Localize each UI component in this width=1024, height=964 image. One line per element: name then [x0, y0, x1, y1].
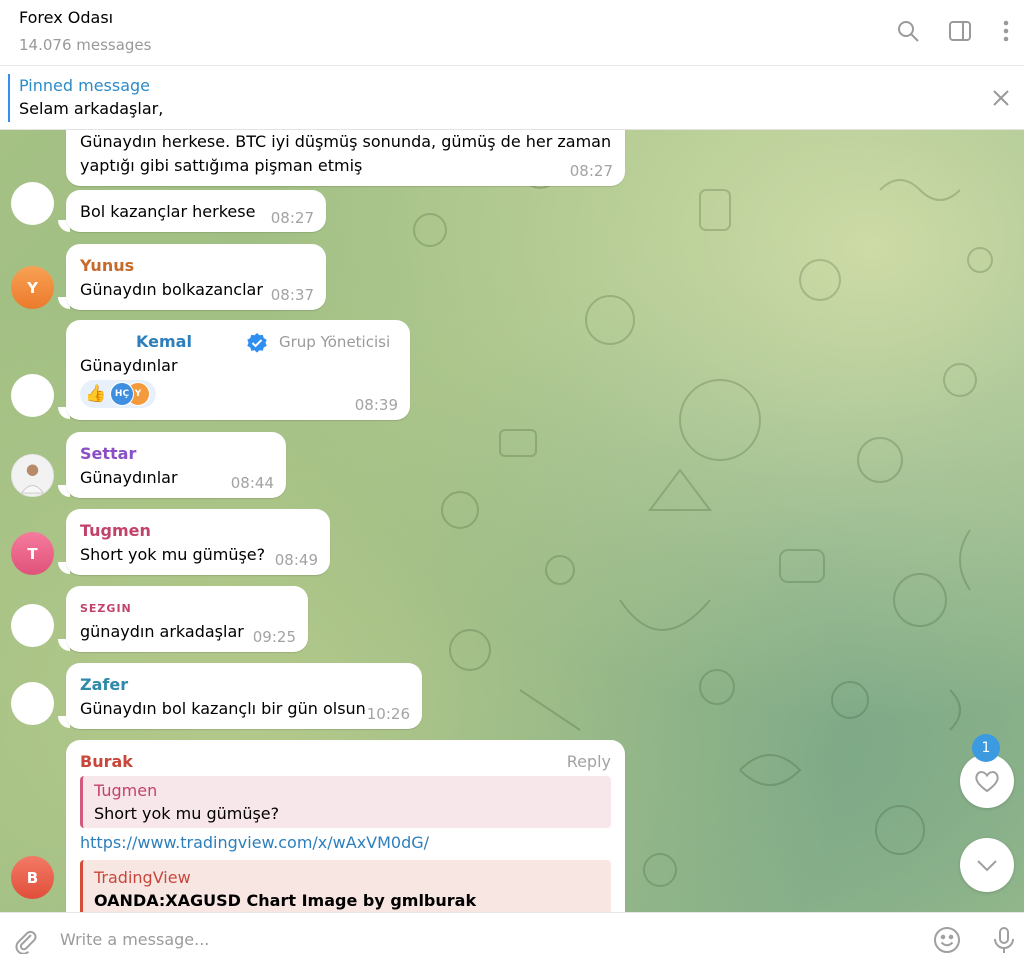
- reply-text: Short yok mu gümüşe?: [94, 804, 280, 823]
- message-bubble[interactable]: Tugmen Short yok mu gümüşe? 08:49: [66, 509, 330, 575]
- message-count: 14.076 messages: [19, 36, 152, 54]
- reaction-avatar: HÇ: [110, 382, 134, 406]
- sidebar-toggle-icon[interactable]: [947, 18, 973, 44]
- message-time: 08:27: [270, 209, 314, 227]
- message-text: Günaydın bolkazanclar: [80, 280, 263, 299]
- message-bubble[interactable]: Yunus Günaydın bolkazanclar 08:37: [66, 244, 326, 310]
- avatar[interactable]: [11, 682, 54, 725]
- message-time: 10:26: [366, 705, 410, 723]
- message-text: Günaydınlar: [80, 468, 178, 487]
- message-time: 08:49: [274, 551, 318, 569]
- emoji-icon[interactable]: [933, 926, 961, 954]
- verified-badge-icon: [246, 332, 268, 354]
- message-bubble[interactable]: Kemal Grup Yöneticisi Günaydınlar 👍 Y HÇ…: [66, 320, 410, 420]
- avatar-initial: B: [26, 868, 39, 887]
- more-vertical-icon[interactable]: [993, 18, 1019, 44]
- sender-name[interactable]: Settar: [80, 444, 136, 463]
- message-text: Günaydınlar: [80, 356, 178, 375]
- chat-title[interactable]: Forex Odası: [19, 8, 113, 27]
- reply-sender: Tugmen: [94, 781, 158, 800]
- message-time: 08:39: [354, 396, 398, 414]
- message-text: günaydın arkadaşlar: [80, 622, 244, 641]
- message-bubble[interactable]: Günaydın herkese. BTC iyi düşmüş sonunda…: [66, 130, 625, 186]
- chat-history[interactable]: Günaydın herkese. BTC iyi düşmüş sonunda…: [0, 130, 1024, 912]
- reply-quote[interactable]: Tugmen Short yok mu gümüşe?: [80, 776, 611, 828]
- message-text: Bol kazançlar herkese: [80, 202, 256, 221]
- pinned-title: Pinned message: [19, 76, 151, 95]
- reply-button[interactable]: Reply: [567, 752, 611, 771]
- avatar[interactable]: B: [11, 856, 54, 899]
- search-icon[interactable]: [895, 18, 921, 44]
- pinned-accent-bar: [8, 74, 10, 122]
- avatar[interactable]: T: [11, 532, 54, 575]
- message-text: Günaydın bol kazançlı bir gün olsun: [80, 699, 366, 718]
- chevron-down-icon: [977, 860, 997, 872]
- message-text: Short yok mu gümüşe?: [80, 545, 266, 564]
- admin-role-label: Grup Yöneticisi: [279, 333, 391, 351]
- reactions-button[interactable]: [960, 754, 1014, 808]
- message-time: 08:44: [230, 474, 274, 492]
- sender-name[interactable]: Burak: [80, 752, 133, 771]
- avatar[interactable]: [11, 374, 54, 417]
- heart-icon: [975, 771, 999, 793]
- pinned-text: Selam arkadaşlar,: [19, 99, 164, 118]
- avatar-initial: T: [27, 544, 38, 563]
- message-text: Günaydın herkese. BTC iyi düşmüş sonunda…: [80, 132, 612, 151]
- avatar[interactable]: Y: [11, 266, 54, 309]
- message-bubble[interactable]: Zafer Günaydın bol kazançlı bir gün olsu…: [66, 663, 422, 729]
- attach-icon[interactable]: [11, 926, 39, 955]
- microphone-icon[interactable]: [990, 926, 1018, 954]
- message-bubble[interactable]: SEZGIN günaydın arkadaşlar 09:25: [66, 586, 308, 652]
- sender-name[interactable]: SEZGIN: [80, 602, 132, 615]
- thumbs-up-icon: 👍: [85, 384, 107, 404]
- close-icon[interactable]: [988, 85, 1014, 111]
- pinned-message-bar[interactable]: Pinned message Selam arkadaşlar,: [0, 66, 1024, 130]
- avatar[interactable]: [11, 182, 54, 225]
- sender-name[interactable]: Zafer: [80, 675, 128, 694]
- message-link[interactable]: https://www.tradingview.com/x/wAxVM0dG/: [80, 833, 429, 852]
- scroll-down-button[interactable]: [960, 838, 1014, 892]
- preview-title: OANDA:XAGUSD Chart Image by gmlburak: [94, 891, 477, 910]
- message-bubble[interactable]: Settar Günaydınlar 08:44: [66, 432, 286, 498]
- avatar-initial: Y: [27, 278, 38, 297]
- message-time: 09:25: [252, 628, 296, 646]
- person-photo-icon: [20, 464, 45, 494]
- message-input[interactable]: [60, 927, 910, 951]
- sender-name[interactable]: Kemal: [136, 332, 192, 351]
- message-text: yaptığı gibi sattığıma pişman etmiş: [80, 156, 363, 175]
- chat-header: Forex Odası 14.076 messages: [0, 0, 1024, 66]
- message-time: 08:27: [569, 162, 613, 180]
- link-preview[interactable]: TradingView OANDA:XAGUSD Chart Image by …: [80, 860, 611, 912]
- sender-name[interactable]: Yunus: [80, 256, 134, 275]
- message-time: 08:37: [270, 286, 314, 304]
- sender-name[interactable]: Tugmen: [80, 521, 151, 540]
- avatar[interactable]: [11, 604, 54, 647]
- preview-site-name: TradingView: [94, 868, 191, 887]
- message-bubble[interactable]: Burak Reply Tugmen Short yok mu gümüşe? …: [66, 740, 625, 912]
- message-bubble[interactable]: Bol kazançlar herkese 08:27: [66, 190, 326, 232]
- unread-reactions-badge[interactable]: 1: [972, 734, 1000, 762]
- avatar[interactable]: [11, 454, 54, 497]
- reactions[interactable]: 👍 Y HÇ: [80, 380, 156, 408]
- message-composer: [0, 912, 1024, 964]
